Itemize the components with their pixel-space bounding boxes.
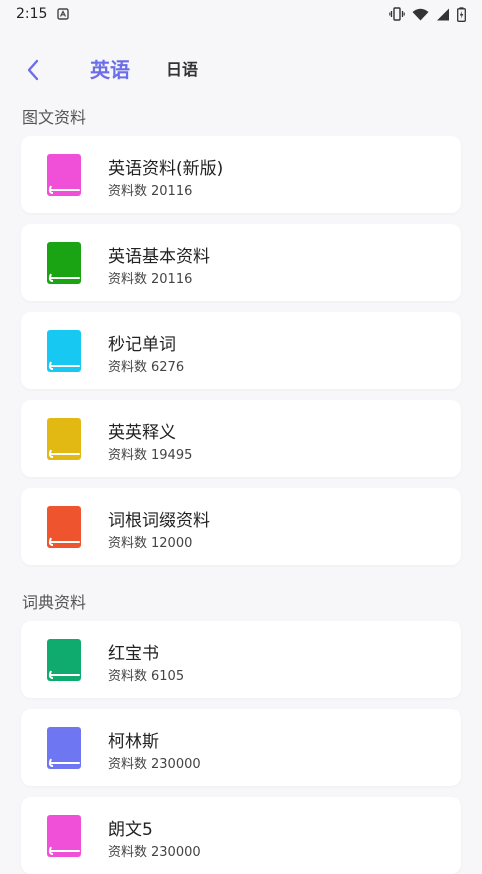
book-icon	[47, 815, 81, 857]
chevron-left-icon	[27, 59, 39, 81]
book-icon	[47, 154, 81, 196]
item-title: 红宝书	[108, 644, 159, 664]
list-item[interactable]: 秒记单词 资料数 6276	[21, 312, 461, 389]
header: 英语 日语	[0, 44, 482, 96]
item-count: 资料数 12000	[108, 536, 193, 551]
signal-icon	[437, 8, 449, 20]
item-title: 朗文5	[108, 820, 153, 840]
item-count: 资料数 19495	[108, 448, 193, 463]
item-title: 秒记单词	[108, 335, 176, 355]
item-title: 英语资料(新版)	[108, 159, 224, 179]
item-count: 资料数 230000	[108, 845, 201, 860]
item-title: 词根词缀资料	[108, 511, 210, 531]
item-title: 柯林斯	[108, 732, 159, 752]
book-icon	[47, 330, 81, 372]
item-count: 资料数 230000	[108, 757, 201, 772]
list-item[interactable]: 朗文5 资料数 230000	[21, 797, 461, 874]
list-item[interactable]: 英英释义 资料数 19495	[21, 400, 461, 477]
back-button[interactable]	[18, 52, 48, 88]
book-icon	[47, 639, 81, 681]
tab-english[interactable]: 英语	[90, 44, 130, 96]
notification-icon	[57, 8, 70, 20]
list-item[interactable]: 词根词缀资料 资料数 12000	[21, 488, 461, 565]
battery-icon	[457, 6, 466, 22]
item-count: 资料数 20116	[108, 184, 193, 199]
list-item[interactable]: 柯林斯 资料数 230000	[21, 709, 461, 786]
status-time: 2:15	[16, 6, 48, 22]
tab-japanese[interactable]: 日语	[166, 44, 198, 96]
item-count: 资料数 20116	[108, 272, 193, 287]
section-title-dictionary: 词典资料	[22, 593, 87, 612]
item-title: 英语基本资料	[108, 247, 210, 267]
wifi-icon	[412, 8, 429, 20]
list-item[interactable]: 英语基本资料 资料数 20116	[21, 224, 461, 301]
item-count: 资料数 6276	[108, 360, 185, 375]
book-icon	[47, 506, 81, 548]
status-bar: 2:15	[0, 0, 482, 28]
list-item[interactable]: 红宝书 资料数 6105	[21, 621, 461, 698]
section-title-illustrated: 图文资料	[22, 108, 87, 127]
item-title: 英英释义	[108, 423, 176, 443]
item-count: 资料数 6105	[108, 669, 185, 684]
vibrate-icon	[389, 7, 405, 21]
list-item[interactable]: 英语资料(新版) 资料数 20116	[21, 136, 461, 213]
book-icon	[47, 242, 81, 284]
book-icon	[47, 418, 81, 460]
book-icon	[47, 727, 81, 769]
